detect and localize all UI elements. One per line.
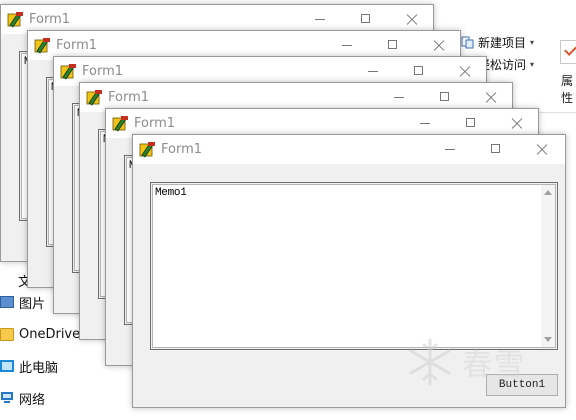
window-title: Form1 [161, 142, 203, 157]
memo-text: Memo1 [155, 187, 187, 199]
nav-item-network[interactable]: 网络 [0, 388, 45, 408]
nav-item-onedrive[interactable]: OneDrive [0, 324, 80, 344]
delphi-app-icon [112, 115, 129, 132]
delphi-app-icon [86, 89, 103, 106]
delphi-app-icon [60, 63, 77, 80]
snowflake-icon [409, 338, 451, 386]
scroll-up-arrow-icon[interactable] [544, 190, 552, 195]
minimize-button[interactable] [427, 135, 473, 164]
new-item-button[interactable]: 新建项目 ▾ [461, 34, 534, 51]
chevron-down-icon: ▾ [530, 60, 535, 69]
title-bar[interactable]: Form1 [133, 135, 565, 164]
scroll-down-arrow-icon[interactable] [544, 337, 552, 342]
window-title: Form1 [56, 38, 98, 53]
properties-label: 属性 [561, 74, 574, 105]
new-item-icon [461, 36, 474, 49]
window-title: Form1 [82, 64, 124, 79]
maximize-button[interactable] [473, 135, 519, 164]
nav-item-label: 此电脑 [19, 360, 59, 376]
computer-icon [0, 360, 14, 372]
nav-item-label: 图片 [19, 296, 46, 312]
close-button[interactable] [519, 135, 565, 164]
folder-icon [0, 327, 14, 341]
nav-item-label: OneDrive [19, 326, 81, 342]
window-title: Form1 [108, 90, 150, 105]
memo1[interactable]: Memo1 [150, 182, 558, 350]
nav-item-label: 网络 [19, 392, 46, 408]
nav-item-this-pc[interactable]: 此电脑 [0, 356, 58, 376]
delphi-app-icon [34, 37, 51, 54]
properties-icon[interactable] [560, 40, 576, 64]
vertical-scrollbar[interactable] [541, 185, 555, 347]
watermark: 春雪 [404, 336, 526, 388]
delphi-app-icon [7, 11, 24, 28]
network-icon [0, 391, 14, 405]
new-item-label: 新建项目 [478, 36, 527, 50]
pictures-icon [0, 296, 14, 308]
window-title: Form1 [134, 116, 176, 131]
delphi-app-icon [139, 141, 156, 158]
nav-item-pictures[interactable]: 图片 [0, 292, 45, 312]
watermark-text: 春雪 [462, 348, 526, 383]
chevron-down-icon: ▾ [530, 38, 535, 47]
window-title: Form1 [29, 12, 71, 27]
